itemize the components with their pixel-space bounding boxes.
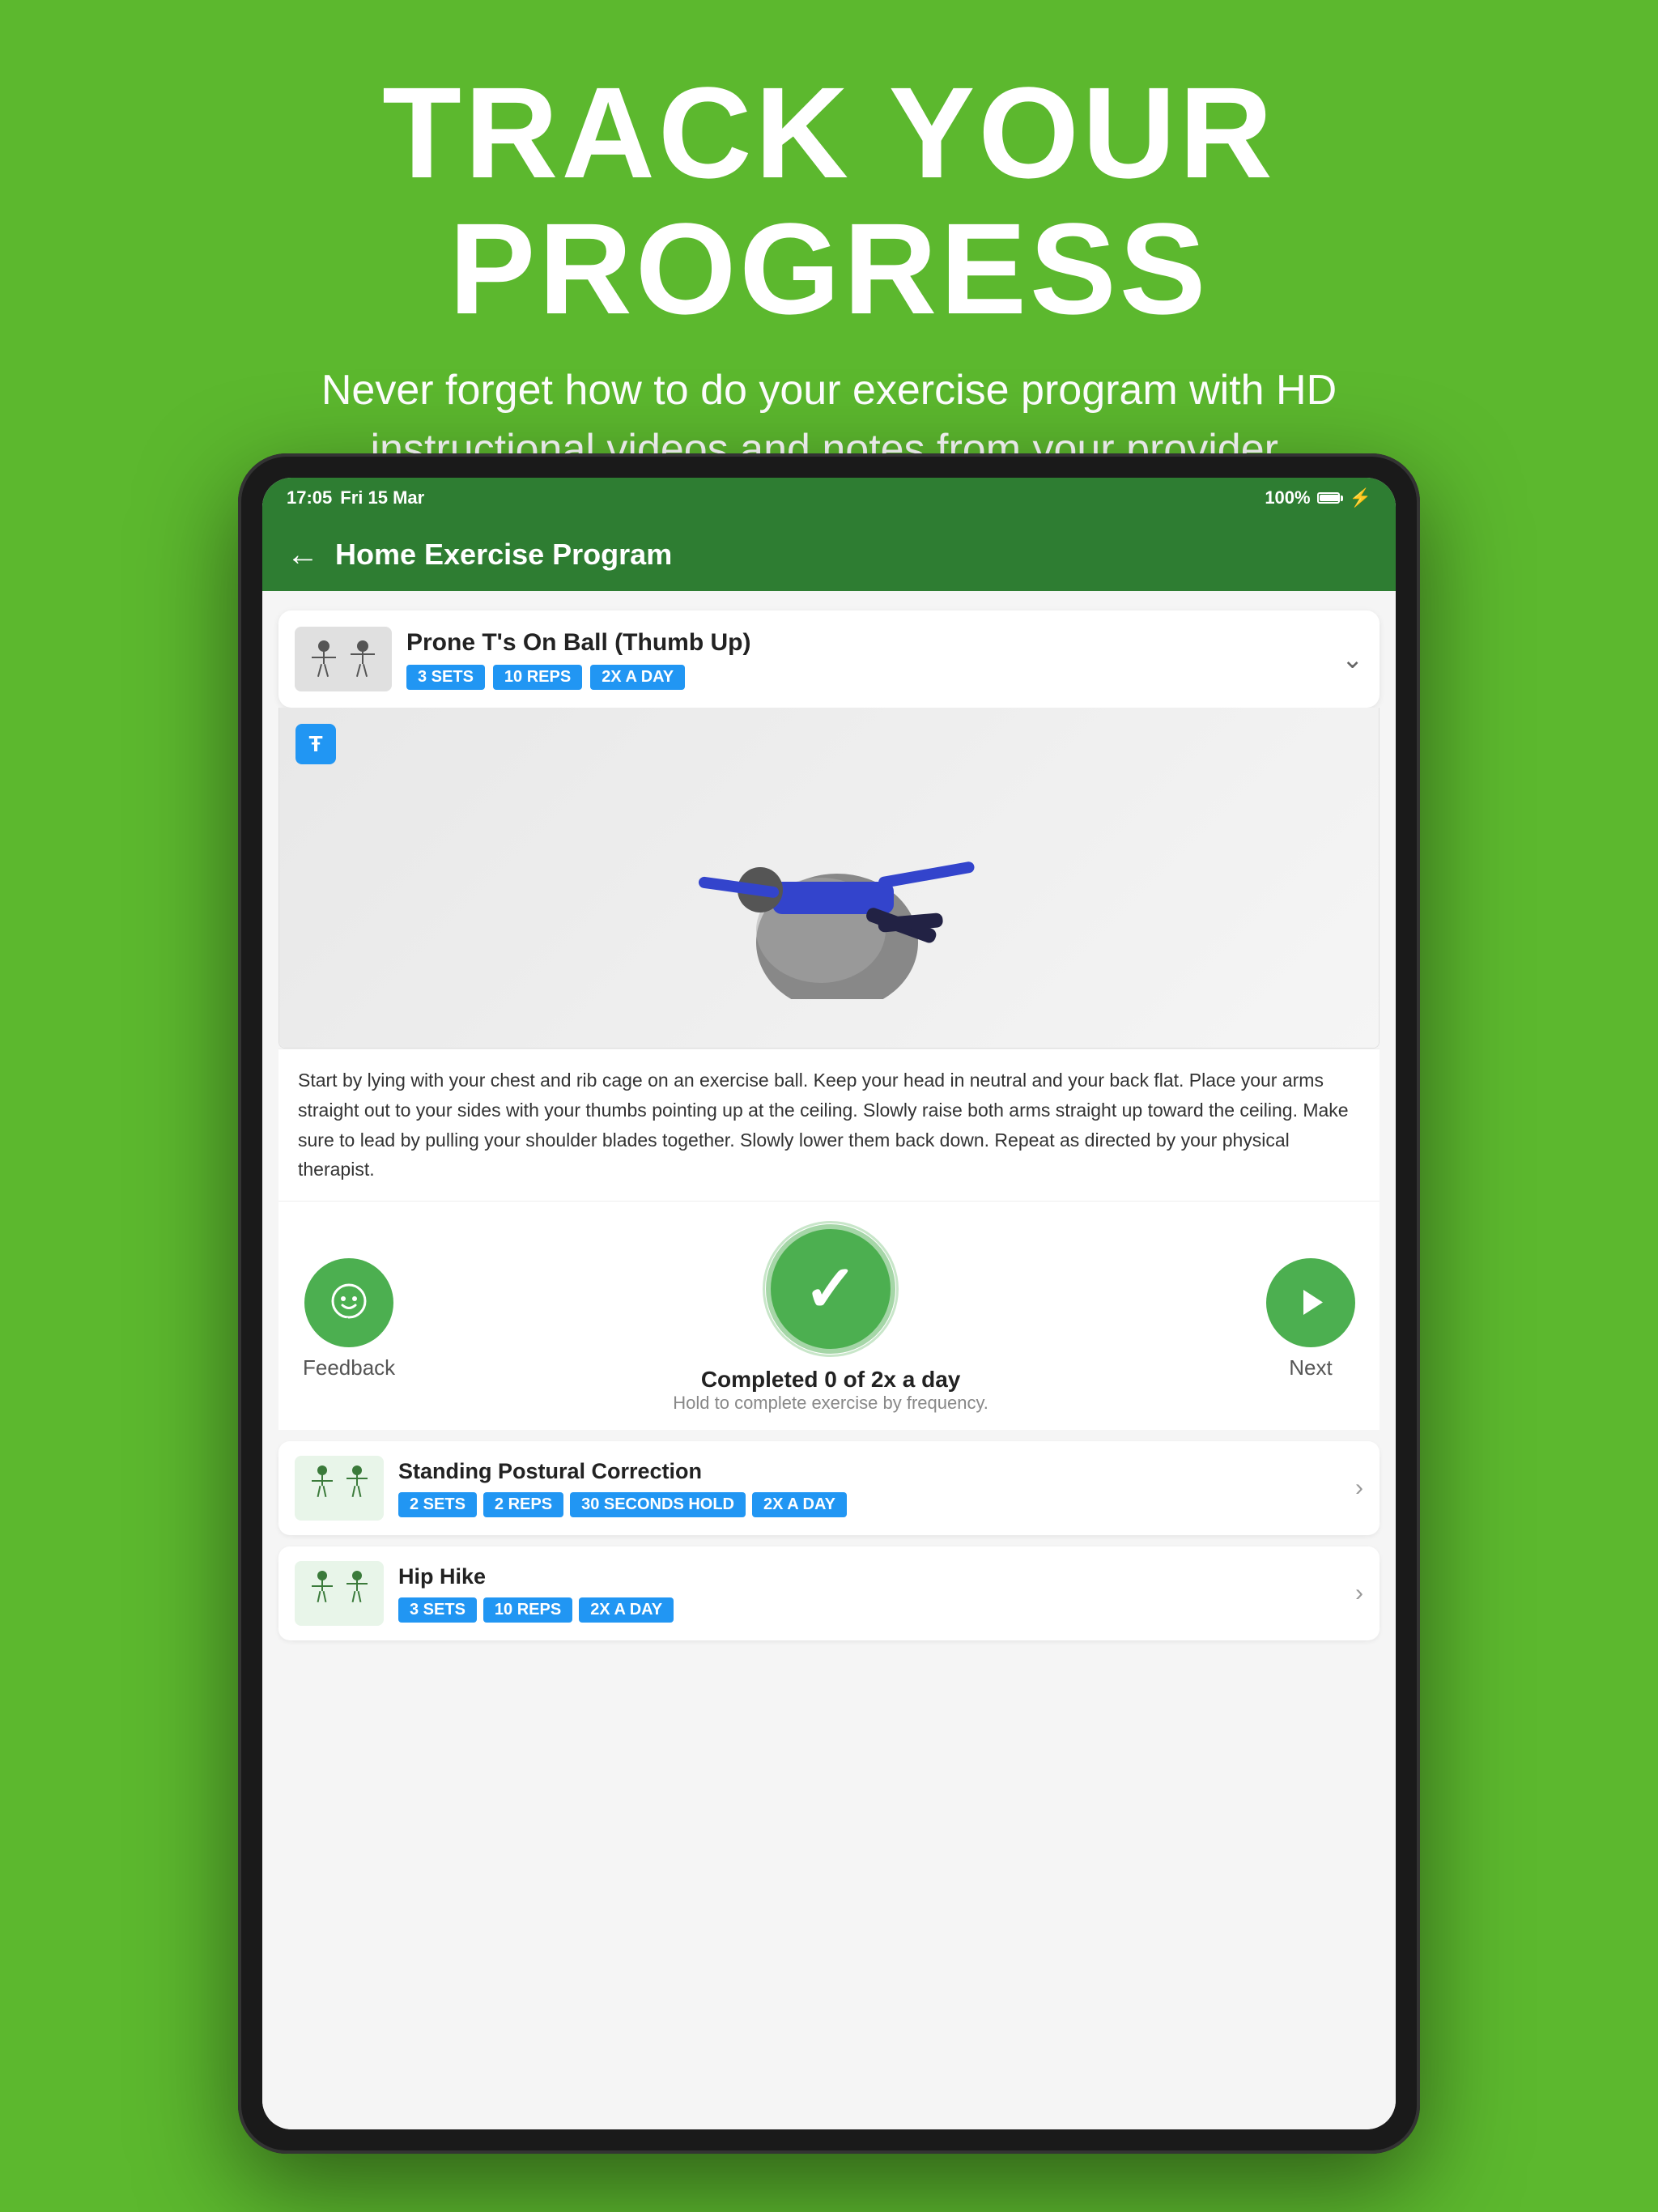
list-thumb-1 — [295, 1456, 384, 1521]
complete-subtitle: Hold to complete exercise by frequency. — [673, 1393, 988, 1414]
exercise-description: Start by lying with your chest and rib c… — [298, 1066, 1360, 1185]
list-figures-2 — [303, 1566, 376, 1621]
content-area: Prone T's On Ball (Thumb Up) 3 SETS 10 R… — [262, 591, 1396, 2129]
list-chevron-1: › — [1355, 1474, 1363, 1502]
lf-2b — [341, 1569, 373, 1618]
feedback-button[interactable]: Feedback — [303, 1258, 395, 1380]
chevron-down-icon[interactable]: ⌄ — [1341, 644, 1363, 674]
tag-sets: 3 SETS — [406, 665, 485, 690]
list-tag-freq-1: 2X A DAY — [752, 1492, 847, 1517]
list-tags-2: 3 SETS 10 REPS 2X A DAY — [398, 1597, 1341, 1623]
complete-info: Completed 0 of 2x a day Hold to complete… — [673, 1367, 988, 1414]
status-bar-left: 17:05 Fri 15 Mar — [287, 487, 424, 508]
list-exercise-name-1: Standing Postural Correction — [398, 1459, 1341, 1484]
list-exercise-info-2: Hip Hike 3 SETS 10 REPS 2X A DAY — [398, 1564, 1341, 1623]
next-icon — [1289, 1280, 1333, 1325]
exercise-info: Prone T's On Ball (Thumb Up) 3 SETS 10 R… — [406, 629, 750, 690]
lf-2a — [306, 1569, 338, 1618]
status-bar-right: 100% ⚡ — [1265, 487, 1371, 508]
tablet-wrapper: 17:05 Fri 15 Mar 100% ⚡ ← Home Exercise … — [238, 453, 1420, 2154]
tag-frequency: 2X A DAY — [590, 665, 685, 690]
next-label: Next — [1289, 1355, 1332, 1380]
description-area: Start by lying with your chest and rib c… — [278, 1049, 1380, 1201]
hero-title: TRACK YOUR PROGRESS — [97, 65, 1561, 337]
status-bar: 17:05 Fri 15 Mar 100% ⚡ — [262, 478, 1396, 518]
next-circle — [1266, 1258, 1355, 1347]
exercise-header-left: Prone T's On Ball (Thumb Up) 3 SETS 10 R… — [295, 627, 750, 691]
lf-1b — [341, 1464, 373, 1512]
exercise-illustration — [627, 756, 1031, 999]
status-date: Fri 15 Mar — [340, 487, 424, 508]
next-button[interactable]: Next — [1266, 1258, 1355, 1380]
lf-1a — [306, 1464, 338, 1512]
exercise-thumbnail — [295, 627, 392, 691]
status-battery-text: 100% — [1265, 487, 1310, 508]
feedback-label: Feedback — [303, 1355, 395, 1380]
exercise-svg — [627, 756, 1031, 999]
feedback-circle — [304, 1258, 393, 1347]
list-tag-reps-2: 10 REPS — [483, 1597, 572, 1623]
watermark-icon: Ŧ — [295, 724, 336, 764]
exercise-list-item-2[interactable]: Hip Hike 3 SETS 10 REPS 2X A DAY › — [278, 1546, 1380, 1640]
list-figures-1 — [303, 1461, 376, 1516]
complete-button[interactable]: ✓ — [766, 1224, 895, 1354]
list-chevron-2: › — [1355, 1580, 1363, 1607]
tag-reps: 10 REPS — [493, 665, 582, 690]
feedback-icon — [325, 1278, 373, 1327]
exercise-header: Prone T's On Ball (Thumb Up) 3 SETS 10 R… — [295, 627, 1363, 691]
exercise-name: Prone T's On Ball (Thumb Up) — [406, 629, 750, 657]
action-row: Feedback ✓ Completed 0 of 2x a day Hold … — [278, 1201, 1380, 1430]
complete-button-wrap: ✓ Completed 0 of 2x a day Hold to comple… — [673, 1224, 988, 1414]
status-time: 17:05 — [287, 487, 332, 508]
list-tags-1: 2 SETS 2 REPS 30 SECONDS HOLD 2X A DAY — [398, 1492, 1341, 1517]
list-tag-freq-2: 2X A DAY — [579, 1597, 674, 1623]
exercise-tags: 3 SETS 10 REPS 2X A DAY — [406, 665, 750, 690]
thumb-fig-1 — [306, 639, 342, 679]
complete-title: Completed 0 of 2x a day — [673, 1367, 988, 1393]
battery-icon — [1317, 492, 1343, 504]
list-exercise-info-1: Standing Postural Correction 2 SETS 2 RE… — [398, 1459, 1341, 1517]
list-tag-sets-1: 2 SETS — [398, 1492, 477, 1517]
thumb-fig-2 — [345, 639, 380, 679]
thumb-figures — [306, 639, 380, 679]
list-tag-reps-1: 2 REPS — [483, 1492, 563, 1517]
list-exercise-name-2: Hip Hike — [398, 1564, 1341, 1589]
main-exercise-card[interactable]: Prone T's On Ball (Thumb Up) 3 SETS 10 R… — [278, 610, 1380, 708]
video-container[interactable]: Ŧ — [278, 708, 1380, 1049]
list-tag-hold-1: 30 SECONDS HOLD — [570, 1492, 746, 1517]
list-tag-sets-2: 3 SETS — [398, 1597, 477, 1623]
tablet-screen: 17:05 Fri 15 Mar 100% ⚡ ← Home Exercise … — [262, 478, 1396, 2129]
hero-section: TRACK YOUR PROGRESS Never forget how to … — [0, 0, 1658, 512]
back-button[interactable]: ← — [287, 537, 319, 573]
check-icon: ✓ — [804, 1257, 858, 1321]
exercise-list-item-1[interactable]: Standing Postural Correction 2 SETS 2 RE… — [278, 1441, 1380, 1535]
tablet-frame: 17:05 Fri 15 Mar 100% ⚡ ← Home Exercise … — [238, 453, 1420, 2154]
app-header-title: Home Exercise Program — [335, 538, 672, 572]
video-area: Ŧ — [279, 708, 1379, 1048]
app-header: ← Home Exercise Program — [262, 518, 1396, 591]
list-thumb-2 — [295, 1561, 384, 1626]
